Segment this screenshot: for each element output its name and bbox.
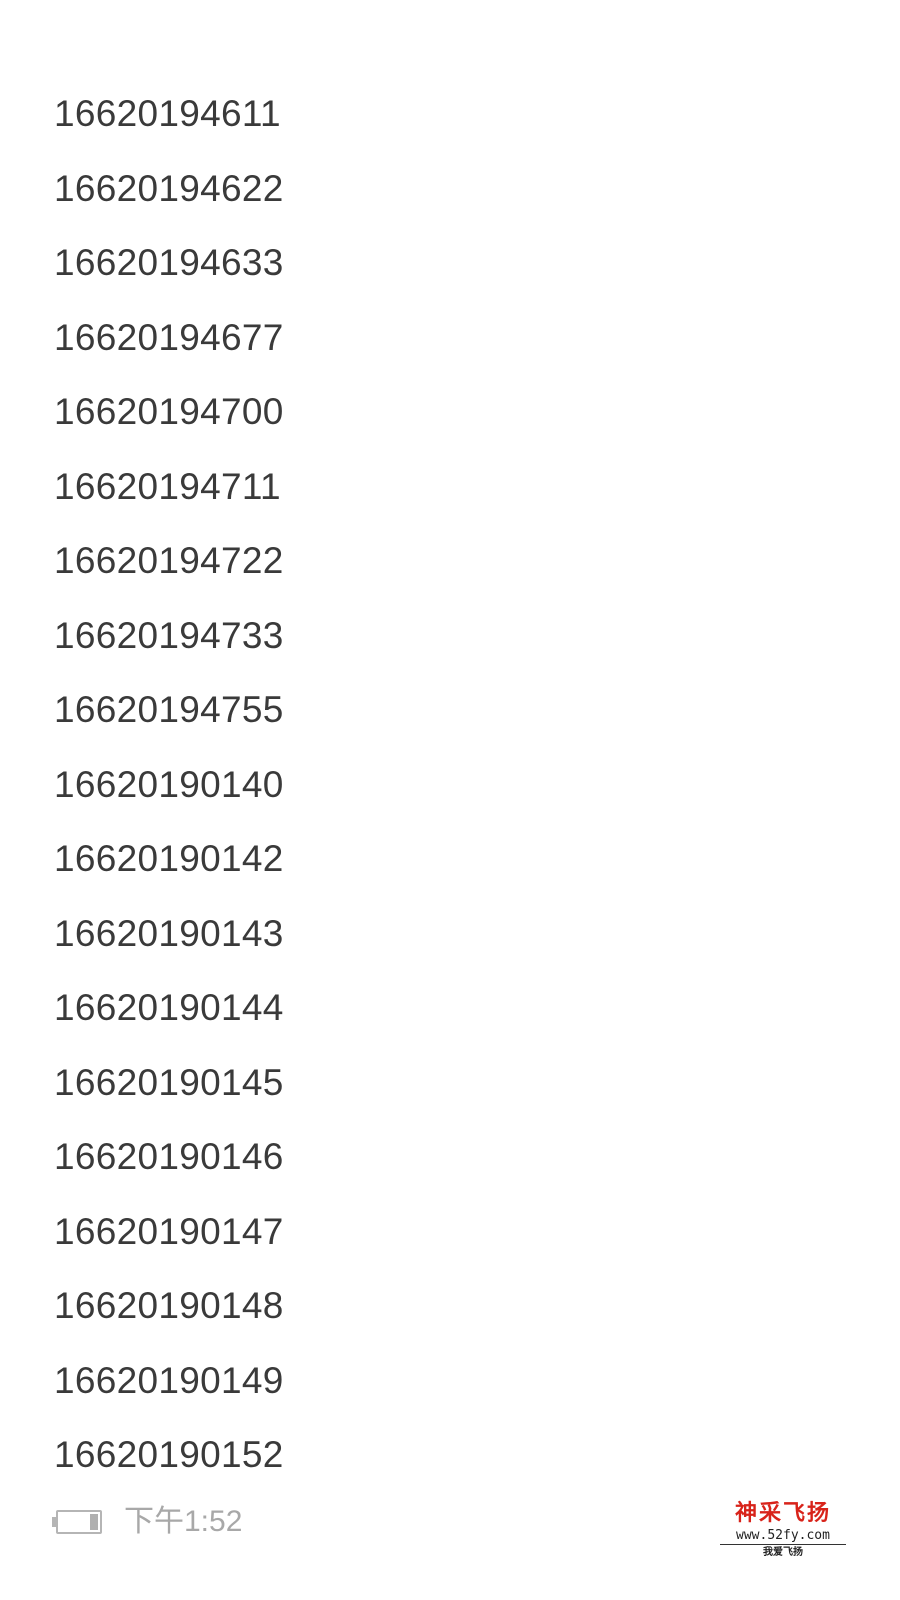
list-item[interactable]: 16620190148 <box>54 1283 284 1358</box>
watermark-subtitle: 我爱飞扬 <box>763 1547 803 1558</box>
list-item[interactable]: 16620194622 <box>54 166 284 241</box>
status-bar: 下午1:52 <box>52 1500 242 1544</box>
site-watermark: 神采飞扬 www.52fy.com 我爱飞扬 <box>718 1500 848 1566</box>
phone-number-list: 16620194611 16620194622 16620194633 1662… <box>54 91 284 1507</box>
battery-level <box>90 1514 98 1530</box>
battery-icon <box>52 1510 102 1534</box>
list-item[interactable]: 16620190144 <box>54 985 284 1060</box>
list-item[interactable]: 16620190149 <box>54 1358 284 1433</box>
list-item[interactable]: 16620190146 <box>54 1134 284 1209</box>
watermark-url: www.52fy.com <box>720 1528 846 1545</box>
list-item[interactable]: 16620190147 <box>54 1209 284 1284</box>
list-item[interactable]: 16620194711 <box>54 464 284 539</box>
battery-body <box>56 1510 102 1534</box>
list-item[interactable]: 16620194755 <box>54 687 284 762</box>
list-item[interactable]: 16620194677 <box>54 315 284 390</box>
watermark-title: 神采飞扬 <box>734 1501 831 1526</box>
list-item[interactable]: 16620190142 <box>54 836 284 911</box>
list-item[interactable]: 16620194722 <box>54 538 284 613</box>
list-item[interactable]: 16620190143 <box>54 911 284 986</box>
status-time: 下午1:52 <box>124 1505 243 1538</box>
list-item[interactable]: 16620190145 <box>54 1060 284 1135</box>
list-item[interactable]: 16620194700 <box>54 389 284 464</box>
list-item[interactable]: 16620194611 <box>54 91 284 166</box>
list-item[interactable]: 16620190152 <box>54 1432 284 1507</box>
list-item[interactable]: 16620194733 <box>54 613 284 688</box>
list-item[interactable]: 16620190140 <box>54 762 284 837</box>
list-item[interactable]: 16620194633 <box>54 240 284 315</box>
